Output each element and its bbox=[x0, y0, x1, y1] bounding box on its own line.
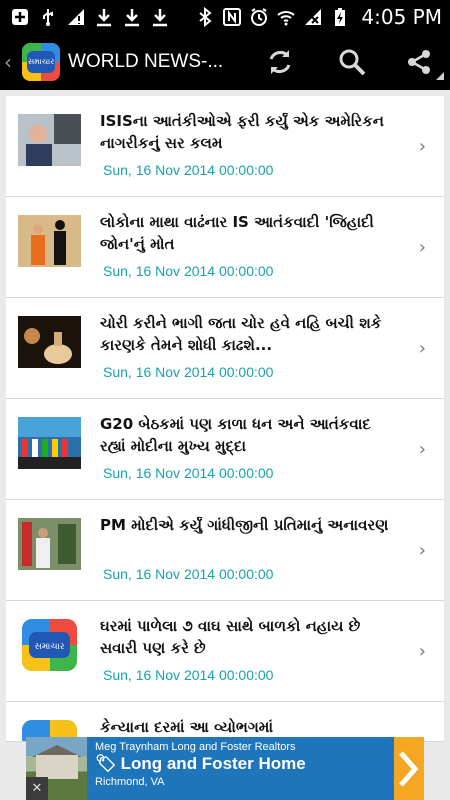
no-signal-icon bbox=[66, 7, 86, 27]
app-logo-thumbnail: સમાચાર bbox=[18, 619, 81, 671]
chevron-right-icon: › bbox=[418, 641, 426, 662]
article-thumbnail bbox=[18, 417, 81, 469]
share-icon bbox=[408, 49, 430, 74]
article-headline: ISISના આતંકીઓએ ફરી કર્યું એક અમેરિકન નાગ… bbox=[100, 112, 384, 152]
article-headline: કેન્યાના દરમાં આ વ્યોભગમાં bbox=[100, 718, 274, 736]
chevron-right-icon: › bbox=[418, 136, 426, 157]
article-date: Sun, 16 Nov 2014 00:00:00 bbox=[103, 162, 274, 178]
alarm-icon bbox=[249, 7, 269, 27]
refresh-icon bbox=[269, 49, 291, 74]
search-button[interactable] bbox=[316, 33, 388, 90]
app-logo[interactable]: સમાચાર bbox=[22, 42, 60, 81]
back-chevron-icon[interactable]: ‹ bbox=[4, 50, 22, 74]
refresh-button[interactable] bbox=[244, 33, 316, 90]
chevron-right-icon: › bbox=[418, 338, 426, 359]
article-headline: ઘરમાં પાળેલા ૭ વાઘ સાથે બાળકો નહાય છે સવ… bbox=[100, 617, 361, 657]
app-bar: ‹ સમાચાર WORLD NEWS-... bbox=[0, 33, 450, 90]
article-thumbnail bbox=[18, 316, 81, 368]
article-thumbnail bbox=[18, 114, 81, 166]
download-icon bbox=[150, 7, 170, 27]
nfc-icon bbox=[222, 7, 242, 27]
app-title[interactable]: WORLD NEWS-... bbox=[68, 51, 223, 73]
news-item[interactable]: PM મોદીએ કર્યું ગાંધીજીની પ્રતિમાનું અના… bbox=[6, 500, 444, 601]
article-date: Sun, 16 Nov 2014 00:00:00 bbox=[103, 263, 274, 279]
status-clock: 4:05 PM bbox=[361, 4, 442, 29]
no-sim-icon bbox=[303, 7, 323, 27]
news-item[interactable]: કેન્યાના દરમાં આ વ્યોભગમાં bbox=[6, 702, 444, 742]
news-item[interactable]: G20 બેઠકમાં પણ કાળા ધન અને આતંકવાદ રહ્યા… bbox=[6, 399, 444, 500]
chevron-right-icon: › bbox=[418, 540, 426, 561]
news-item[interactable]: લોકોના માથા વાઢંનાર IS આતંકવાદી 'જિહાદી … bbox=[6, 197, 444, 298]
chevron-right-icon: › bbox=[418, 237, 426, 258]
battery-charging-icon bbox=[330, 7, 350, 27]
ad-location: Richmond, VA bbox=[95, 776, 165, 788]
usb-icon bbox=[38, 7, 58, 27]
ad-headline: Long and Foster Home bbox=[120, 754, 306, 773]
plus-square-icon bbox=[10, 7, 30, 27]
ad-sponsor: Meg Traynham Long and Foster Realtors bbox=[95, 741, 296, 753]
article-headline: લોકોના માથા વાઢંનાર IS આતંકવાદી 'જિહાદી … bbox=[100, 213, 374, 253]
ad-go-button[interactable] bbox=[394, 737, 424, 800]
svg-text:સમાચાર: સમાચાર bbox=[35, 642, 65, 652]
article-headline: PM મોદીએ કર્યું ગાંધીજીની પ્રતિમાનું અના… bbox=[100, 516, 389, 534]
article-thumbnail bbox=[18, 215, 81, 267]
share-button[interactable] bbox=[388, 33, 450, 90]
download-icon bbox=[94, 7, 114, 27]
ad-banner[interactable]: Meg Traynham Long and Foster Realtors 🏷 L… bbox=[26, 737, 424, 800]
wifi-icon bbox=[276, 7, 296, 27]
chevron-right-icon bbox=[399, 750, 419, 787]
article-date: Sun, 16 Nov 2014 00:00:00 bbox=[103, 364, 274, 380]
article-thumbnail bbox=[18, 518, 81, 570]
article-date: Sun, 16 Nov 2014 00:00:00 bbox=[103, 566, 274, 582]
article-date: Sun, 16 Nov 2014 00:00:00 bbox=[103, 667, 274, 683]
news-item[interactable]: ચોરી કરીને ભાગી જતા ચોર હવે નહિ બચી શકે … bbox=[6, 298, 444, 399]
app-logo-text: સમાચાર bbox=[27, 50, 55, 73]
bluetooth-icon bbox=[195, 6, 215, 27]
download-icon bbox=[122, 7, 142, 27]
ad-close-button[interactable]: ✕ bbox=[26, 777, 48, 800]
article-headline: ચોરી કરીને ભાગી જતા ચોર હવે નહિ બચી શકે … bbox=[100, 314, 382, 354]
chevron-right-icon: › bbox=[418, 439, 426, 460]
status-bar: 4:05 PM bbox=[0, 0, 450, 33]
news-list: ISISના આતંકીઓએ ફરી કર્યું એક અમેરિકન નાગ… bbox=[6, 96, 444, 742]
tag-icon: 🏷 bbox=[95, 754, 117, 773]
article-date: Sun, 16 Nov 2014 00:00:00 bbox=[103, 465, 274, 481]
article-headline: G20 બેઠકમાં પણ કાળા ધન અને આતંકવાદ રહ્યા… bbox=[100, 415, 371, 455]
news-item[interactable]: સમાચાર ઘરમાં પાળેલા ૭ વાઘ સાથે બાળકો નહા… bbox=[6, 601, 444, 702]
search-icon bbox=[339, 49, 366, 75]
news-item[interactable]: ISISના આતંકીઓએ ફરી કર્યું એક અમેરિકન નાગ… bbox=[6, 96, 444, 197]
